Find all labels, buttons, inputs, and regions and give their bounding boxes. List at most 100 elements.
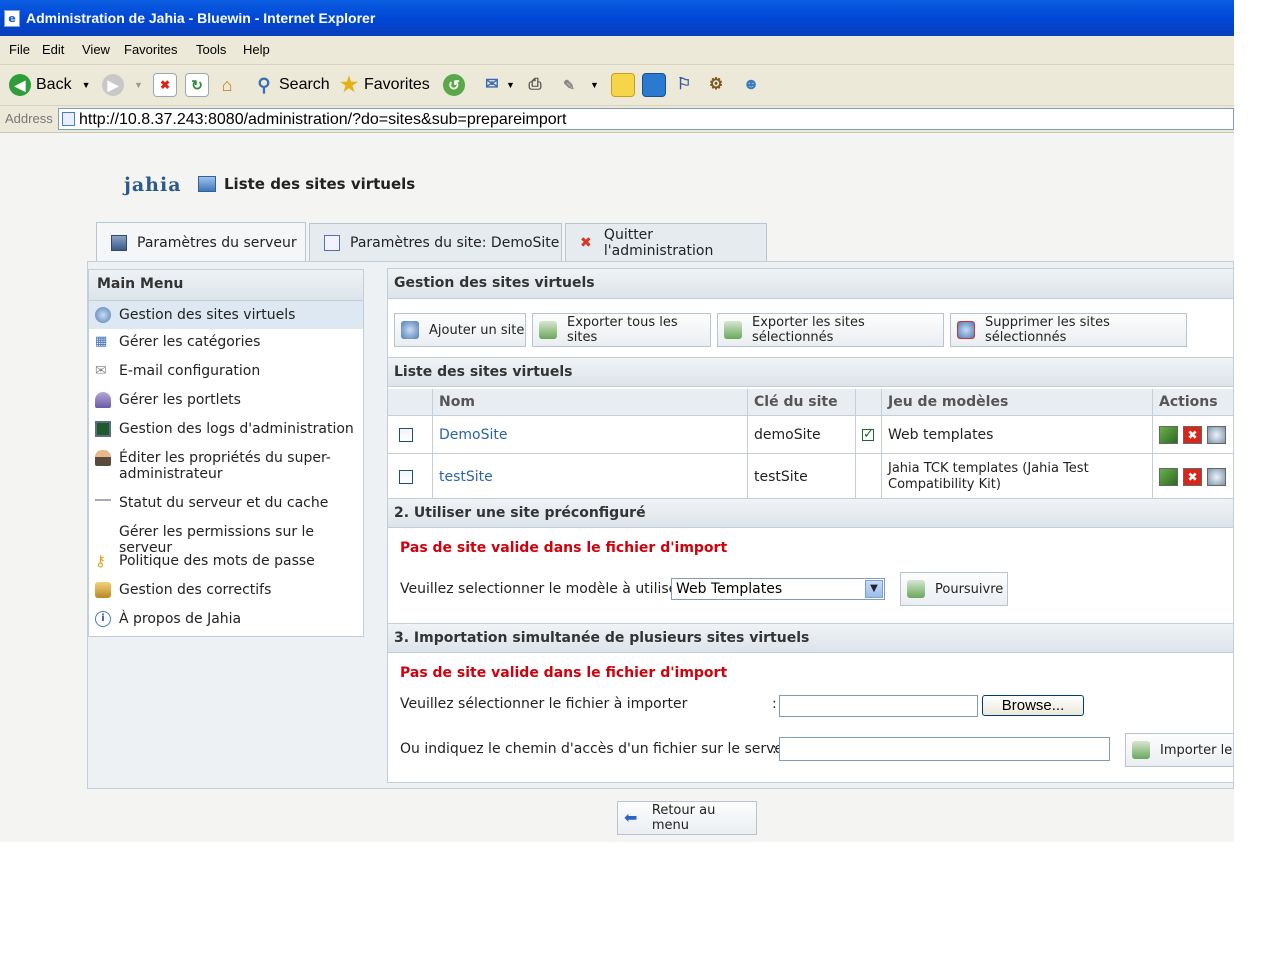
sidebar-item-about[interactable]: i À propos de Jahia bbox=[89, 611, 363, 627]
briefcase-icon: ⚙ bbox=[708, 76, 724, 93]
sidebar-item-label: À propos de Jahia bbox=[119, 611, 242, 627]
sidebar-item-patches[interactable]: Gestion des correctifs bbox=[89, 582, 363, 598]
sidebar-item-permissions[interactable]: Gérer les permissions sur le serveur bbox=[89, 524, 363, 556]
sidebar-item-superadmin[interactable]: Éditer les propriétés du super-administr… bbox=[89, 450, 363, 482]
quit-icon: ✖ bbox=[580, 234, 592, 251]
back-button[interactable]: ◀ Back ▼ bbox=[9, 73, 91, 97]
sidebar-item-server-status[interactable]: Statut du serveur et du cache bbox=[89, 495, 363, 511]
export-all-button[interactable]: Exporter tous les sites bbox=[532, 313, 711, 347]
colon-separator: : bbox=[772, 741, 777, 757]
row-checkbox[interactable] bbox=[399, 427, 413, 442]
forward-button[interactable]: ▶ ▼ bbox=[102, 73, 143, 97]
edit-site-icon[interactable] bbox=[1159, 425, 1178, 444]
mail-dropdown-icon[interactable]: ▼ bbox=[506, 80, 515, 90]
user-icon bbox=[95, 450, 111, 466]
default-site-cell bbox=[856, 454, 882, 499]
tab-quit-admin[interactable]: ✖ Quitter l'administration bbox=[565, 223, 767, 261]
continue-button[interactable]: Poursuivre bbox=[900, 572, 1008, 606]
edit-button[interactable]: ✎ ▼ bbox=[558, 73, 599, 97]
menu-tools[interactable]: Tools bbox=[196, 42, 226, 57]
favorites-button[interactable]: ★ Favorites bbox=[338, 73, 430, 97]
button-label: Exporter tous les sites bbox=[567, 315, 678, 345]
history-button[interactable]: ↺ bbox=[443, 73, 465, 97]
research-icon: ⚐ bbox=[676, 76, 692, 93]
button-label: Supprimer les sites sélectionnés bbox=[985, 315, 1110, 345]
briefcase-button[interactable]: ⚙ bbox=[705, 73, 727, 97]
delete-site-icon bbox=[957, 321, 975, 339]
delete-icon[interactable]: ✖ bbox=[1183, 467, 1202, 486]
chevron-down-icon[interactable]: ▼ bbox=[865, 580, 883, 598]
sidebar-item-password-policy[interactable]: ⚷ Politique des mots de passe bbox=[89, 553, 363, 569]
back-dropdown-icon[interactable]: ▼ bbox=[82, 80, 91, 90]
export-site-icon[interactable] bbox=[1207, 467, 1226, 486]
file-input[interactable] bbox=[779, 695, 978, 717]
home-button[interactable]: ⌂ bbox=[216, 73, 238, 97]
table-row: testSite testSite Jahia TCK templates (J… bbox=[388, 453, 1233, 499]
menu-edit[interactable]: Edit bbox=[42, 42, 64, 57]
tab-server-settings[interactable]: Paramètres du serveur bbox=[96, 222, 306, 262]
tab-site-settings[interactable]: Paramètres du site: DemoSite bbox=[309, 223, 562, 261]
site-name-link[interactable]: testSite bbox=[439, 469, 493, 485]
sidebar-item-label: Gestion des correctifs bbox=[119, 582, 272, 598]
button-label: Retour au menu bbox=[651, 803, 716, 833]
browse-button[interactable]: Browse... bbox=[982, 695, 1084, 716]
section-title-management: Gestion des sites virtuels bbox=[388, 269, 1233, 299]
server-status-icon bbox=[95, 499, 111, 507]
refresh-button[interactable]: ↻ bbox=[185, 73, 209, 97]
search-icon: ⚲ bbox=[257, 75, 271, 95]
window-title: Administration de Jahia - Bluewin - Inte… bbox=[26, 10, 376, 26]
logo-text: jahia bbox=[124, 174, 182, 196]
print-button[interactable]: ⎙ bbox=[524, 73, 546, 97]
browser-window: e Administration de Jahia - Bluewin - In… bbox=[0, 0, 1234, 842]
search-button[interactable]: ⚲ Search bbox=[253, 73, 329, 97]
row-checkbox[interactable] bbox=[399, 469, 413, 484]
error-message: Pas de site valide dans le fichier d'imp… bbox=[400, 540, 728, 556]
continue-icon bbox=[907, 580, 925, 598]
content-panel: Gestion des sites virtuels Ajouter un si… bbox=[387, 268, 1234, 783]
address-url: http://10.8.37.243:8080/administration/?… bbox=[79, 111, 567, 128]
row-checkbox-cell bbox=[388, 416, 433, 453]
notes-button[interactable] bbox=[611, 73, 635, 97]
back-to-menu-button[interactable]: ⬅ Retour au menu bbox=[617, 801, 757, 835]
sidebar-item-portlets[interactable]: Gérer les portlets bbox=[89, 392, 363, 408]
delete-icon[interactable]: ✖ bbox=[1183, 425, 1202, 444]
import-file-button[interactable]: Importer le fic bbox=[1125, 733, 1233, 767]
sidebar-item-sites[interactable]: Gestion des sites virtuels bbox=[89, 301, 363, 329]
add-site-button[interactable]: Ajouter un site bbox=[394, 313, 526, 347]
actions-cell: ✖ bbox=[1153, 454, 1233, 499]
delete-selected-button[interactable]: Supprimer les sites sélectionnés bbox=[950, 313, 1187, 347]
export-selected-button[interactable]: Exporter les sites sélectionnés bbox=[717, 313, 944, 347]
section-title-list: Liste des sites virtuels bbox=[388, 357, 1233, 387]
menu-help[interactable]: Help bbox=[243, 42, 270, 57]
site-name-link[interactable]: DemoSite bbox=[439, 427, 507, 443]
sidebar-item-email[interactable]: ✉ E-mail configuration bbox=[89, 363, 363, 379]
sidebar-item-label: Éditer les propriétés du super-administr… bbox=[119, 450, 331, 482]
menu-favorites[interactable]: Favorites bbox=[124, 42, 177, 57]
sidebar-item-logs[interactable]: Gestion des logs d'administration bbox=[89, 421, 363, 437]
stop-button[interactable]: ✖ bbox=[153, 73, 177, 97]
menu-file[interactable]: File bbox=[9, 42, 30, 57]
edit-dropdown-icon[interactable]: ▼ bbox=[590, 80, 599, 90]
edit-site-icon[interactable] bbox=[1159, 467, 1178, 486]
ie-page-icon: e bbox=[4, 10, 20, 27]
sidebar-item-categories[interactable]: ▦ Gérer les catégories bbox=[89, 334, 363, 350]
server-path-input[interactable] bbox=[779, 737, 1110, 761]
server-icon bbox=[111, 234, 127, 251]
people-button[interactable]: ☻ bbox=[740, 73, 762, 97]
sidebar-item-label: Politique des mots de passe bbox=[119, 553, 315, 569]
permissions-icon bbox=[95, 524, 111, 540]
sites-icon bbox=[198, 176, 216, 192]
export-site-icon[interactable] bbox=[1207, 425, 1226, 444]
site-key-cell: testSite bbox=[748, 454, 856, 499]
mail-button[interactable]: ✉ ▼ bbox=[481, 73, 515, 97]
messenger-button[interactable] bbox=[642, 73, 666, 97]
research-button[interactable]: ⚐ bbox=[673, 73, 695, 97]
address-input[interactable]: http://10.8.37.243:8080/administration/?… bbox=[58, 108, 1234, 130]
row-checkbox-cell bbox=[388, 454, 433, 499]
site-name-cell: testSite bbox=[433, 454, 748, 499]
template-select[interactable]: Web Templates ▼ bbox=[671, 578, 885, 600]
error-message: Pas de site valide dans le fichier d'imp… bbox=[400, 665, 728, 681]
portlet-icon bbox=[95, 392, 111, 408]
menu-view[interactable]: View bbox=[82, 42, 110, 57]
edit-icon: ✎ bbox=[563, 77, 575, 93]
